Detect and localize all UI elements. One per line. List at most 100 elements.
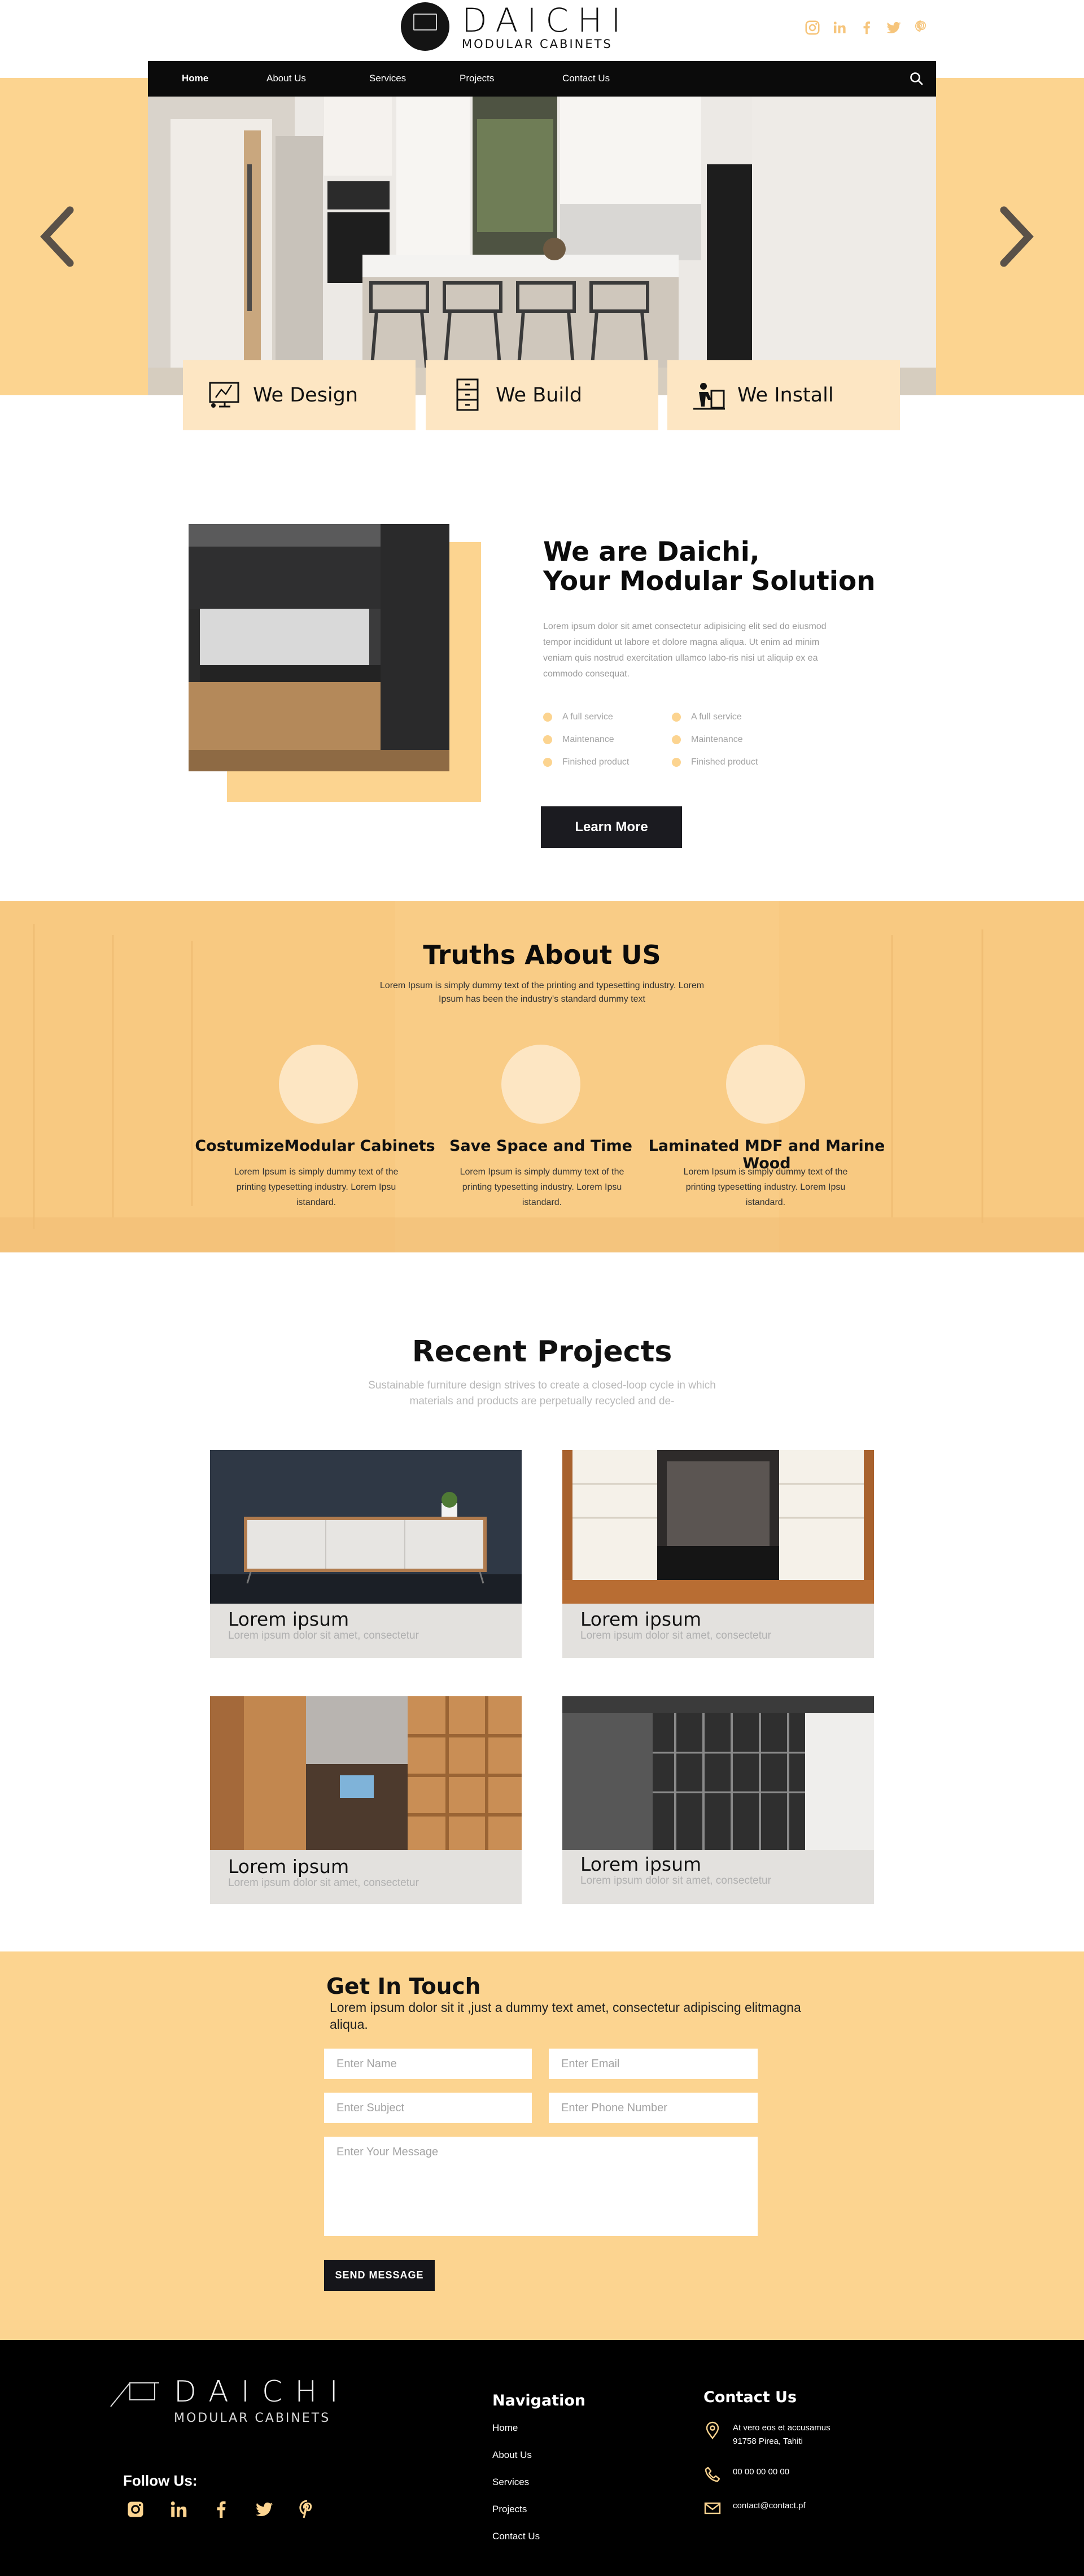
list-item: Finished product	[543, 751, 629, 774]
design-monitor-icon	[209, 382, 239, 408]
learn-more-button[interactable]: Learn More	[541, 806, 682, 848]
truth-title-1: CostumizeModular Cabinets	[195, 1137, 435, 1155]
bullet-dot-icon	[672, 735, 681, 744]
carousel-prev-arrow-icon[interactable]	[37, 206, 77, 268]
project-card-2[interactable]: Lorem ipsum Lorem ipsum dolor sit amet, …	[562, 1450, 874, 1658]
about-title: We are Daichi, Your Modular Solution	[543, 536, 876, 597]
projects-subtitle: Sustainable furniture design strives to …	[368, 1379, 716, 1407]
cabinet-drawers-icon	[456, 378, 479, 411]
feature-card-design[interactable]: We Design	[183, 360, 416, 430]
project-title-2: Lorem ipsum	[580, 1608, 702, 1630]
pinterest-icon[interactable]	[297, 2498, 317, 2521]
projects-title: Recent Projects	[412, 1335, 672, 1369]
hero-kitchen-image	[148, 97, 936, 395]
carousel-next-arrow-icon[interactable]	[997, 206, 1037, 268]
install-worker-icon	[693, 383, 725, 410]
bullet-dot-icon	[543, 758, 552, 767]
search-icon[interactable]	[909, 71, 924, 86]
site-header: DAICHI MODULAR CABINETS	[0, 0, 1084, 61]
nav-item-contact[interactable]: Contact Us	[562, 73, 610, 84]
twitter-icon[interactable]	[254, 2498, 274, 2521]
list-item: A full service	[543, 706, 629, 728]
phone-input[interactable]	[549, 2093, 758, 2123]
phone-icon	[705, 2466, 720, 2482]
footer-link-contact[interactable]: Contact Us	[492, 2531, 540, 2542]
logo-mark[interactable]	[401, 2, 449, 51]
address-line-2: 91758 Pirea, Tahiti	[733, 2437, 803, 2446]
truths-subtitle: Lorem Ipsum is simply dummy text of the …	[379, 981, 705, 1004]
truths-section: Truths About US Lorem Ipsum is simply du…	[0, 901, 1084, 1252]
project-title-1: Lorem ipsum	[228, 1608, 349, 1630]
twitter-icon[interactable]	[885, 19, 902, 36]
footer-social-links	[125, 2498, 317, 2521]
email-input[interactable]	[549, 2049, 758, 2079]
instagram-icon[interactable]	[804, 19, 821, 36]
footer-link-home[interactable]: Home	[492, 2422, 518, 2434]
feature-card-install[interactable]: We Install	[667, 360, 900, 430]
contact-title: Get In Touch	[326, 1974, 481, 1999]
project-image-tv-unit	[210, 1450, 522, 1604]
subject-input[interactable]	[324, 2093, 532, 2123]
bullet-dot-icon	[543, 713, 552, 722]
project-card-4[interactable]: Lorem ipsum Lorem ipsum dolor sit amet, …	[562, 1696, 874, 1904]
footer-contact: Contact Us At vero eos et accusamus 9175…	[703, 2389, 929, 2564]
about-features-right: A full service Maintenance Finished prod…	[672, 706, 758, 774]
pinterest-icon[interactable]	[912, 19, 929, 36]
footer-logo-tagline: MODULAR CABINETS	[174, 2411, 331, 2425]
list-item: Finished product	[672, 751, 758, 774]
truth-icon-circle	[726, 1045, 805, 1124]
feature-label-install: We Install	[737, 384, 834, 407]
project-text-3: Lorem ipsum dolor sit amet, consectetur	[228, 1877, 419, 1889]
nav-item-home[interactable]: Home	[182, 73, 208, 84]
project-image-wardrobe	[562, 1450, 874, 1604]
phone-number[interactable]: 00 00 00 00 00	[733, 2465, 789, 2479]
project-card-3[interactable]: Lorem ipsum Lorem ipsum dolor sit amet, …	[210, 1696, 522, 1904]
footer-link-about[interactable]: About Us	[492, 2450, 532, 2461]
nav-item-about[interactable]: About Us	[266, 73, 306, 84]
linkedin-icon[interactable]	[168, 2498, 189, 2521]
project-title-4: Lorem ipsum	[580, 1853, 702, 1875]
about-features-left: A full service Maintenance Finished prod…	[543, 706, 629, 774]
footer-link-services[interactable]: Services	[492, 2477, 529, 2488]
project-image-shelving	[210, 1696, 522, 1850]
truth-icon-circle	[279, 1045, 358, 1124]
footer-logo-cabinet-icon	[110, 2382, 159, 2407]
project-card-1[interactable]: Lorem ipsum Lorem ipsum dolor sit amet, …	[210, 1450, 522, 1658]
email-address[interactable]: contact@contact.pf	[733, 2499, 806, 2513]
name-input[interactable]	[324, 2049, 532, 2079]
nav-item-projects[interactable]: Projects	[460, 73, 494, 84]
footer-email: contact@contact.pf	[703, 2499, 806, 2517]
logo-wordmark[interactable]: DAICHI	[462, 1, 630, 40]
truth-text-1: Lorem Ipsum is simply dummy text of the …	[234, 1167, 399, 1207]
contact-description: Lorem ipsum dolor sit it ,just a dummy t…	[330, 2000, 801, 2032]
nav-item-services[interactable]: Services	[369, 73, 406, 84]
logo-cabinet-icon	[413, 14, 437, 30]
about-kitchen-image	[189, 524, 449, 771]
message-textarea[interactable]	[324, 2137, 758, 2236]
logo-tagline: MODULAR CABINETS	[462, 37, 613, 51]
location-pin-icon	[706, 2421, 719, 2439]
facebook-icon[interactable]	[858, 19, 875, 36]
linkedin-icon[interactable]	[831, 19, 848, 36]
instagram-icon[interactable]	[125, 2498, 146, 2521]
footer-address: At vero eos et accusamus 91758 Pirea, Ta…	[703, 2421, 831, 2448]
bullet-dot-icon	[672, 758, 681, 767]
footer-nav-title: Navigation	[492, 2392, 586, 2409]
project-text-1: Lorem ipsum dolor sit amet, consectetur	[228, 1630, 419, 1641]
facebook-icon[interactable]	[211, 2498, 231, 2521]
project-title-3: Lorem ipsum	[228, 1855, 349, 1878]
truth-text-3: Lorem Ipsum is simply dummy text of the …	[683, 1167, 848, 1207]
send-message-button[interactable]: SEND MESSAGE	[324, 2260, 435, 2291]
footer-phone: 00 00 00 00 00	[703, 2465, 789, 2483]
address-line-1: At vero eos et accusamus	[733, 2423, 831, 2433]
feature-label-build: We Build	[496, 384, 583, 407]
bullet-dot-icon	[672, 713, 681, 722]
truth-title-2: Save Space and Time	[449, 1137, 632, 1155]
truths-title: Truths About US	[423, 940, 661, 970]
contact-section: Get In Touch Lorem ipsum dolor sit it ,j…	[0, 1951, 1084, 2340]
site-footer: DAICHI MODULAR CABINETS Follow Us: Navig…	[0, 2340, 1084, 2576]
footer-link-projects[interactable]: Projects	[492, 2504, 527, 2515]
feature-card-build[interactable]: We Build	[426, 360, 658, 430]
truth-text-2: Lorem Ipsum is simply dummy text of the …	[460, 1167, 624, 1207]
footer-logo[interactable]: DAICHI MODULAR CABINETS	[110, 2375, 351, 2425]
